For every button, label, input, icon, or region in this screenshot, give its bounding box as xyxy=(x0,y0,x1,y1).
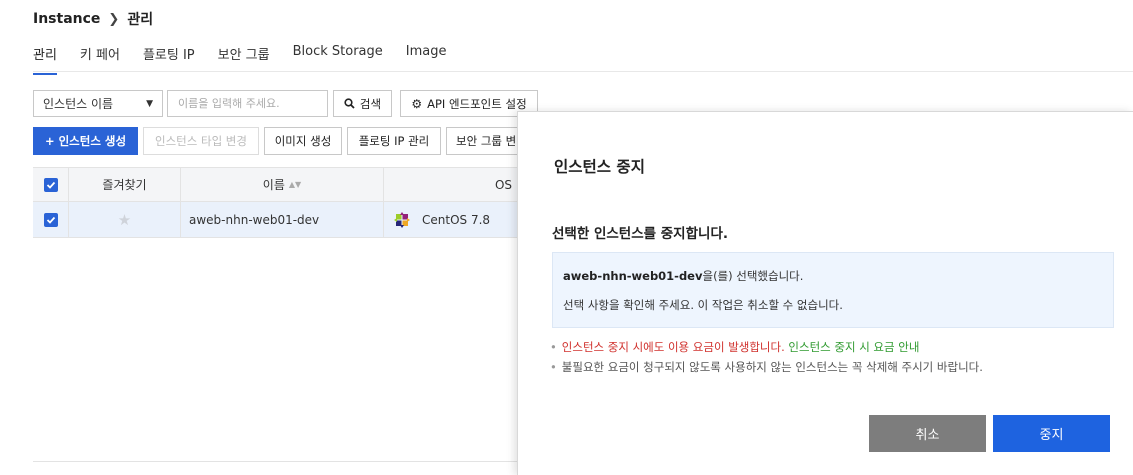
row-checkbox-cell xyxy=(33,202,69,237)
table-header-row: 즐겨찾기 이름 ▲▼ OS xyxy=(33,167,523,202)
billing-warning-text: 인스턴스 중지 시에도 이용 요금이 발생합니다. xyxy=(561,340,785,354)
create-image-button[interactable]: 이미지 생성 xyxy=(264,127,342,155)
notes-list: • 인스턴스 중지 시에도 이용 요금이 발생합니다. 인스턴스 중지 시 요금… xyxy=(550,337,983,377)
bullet-icon: • xyxy=(550,360,557,374)
breadcrumb: Instance ❯ 관리 xyxy=(33,9,153,29)
instance-management-page: Instance ❯ 관리 관리 키 페어 플로팅 IP 보안 그룹 Block… xyxy=(0,0,1133,475)
chevron-right-icon: ❯ xyxy=(108,11,120,27)
dialog-subtitle: 선택한 인스턴스를 중지합니다. xyxy=(552,226,728,242)
delete-advice-text: 불필요한 요금이 청구되지 않도록 사용하지 않는 인스턴스는 꼭 삭제해 주시… xyxy=(561,360,983,374)
breadcrumb-root[interactable]: Instance xyxy=(33,11,100,27)
bullet-icon: • xyxy=(550,340,557,354)
confirm-text: 선택 사항을 확인해 주세요. 이 작업은 취소할 수 없습니다. xyxy=(563,298,843,312)
favorite-cell: ★ xyxy=(69,202,181,237)
tabs-divider xyxy=(33,71,1133,72)
selected-instance-text: aweb-nhn-web01-dev을(를) 선택했습니다. xyxy=(563,268,1103,284)
stop-instance-dialog: 인스턴스 중지 선택한 인스턴스를 중지합니다. aweb-nhn-web01-… xyxy=(517,111,1133,475)
create-instance-button[interactable]: + 인스턴스 생성 xyxy=(33,127,138,155)
row-checkbox[interactable] xyxy=(43,212,58,227)
name-header[interactable]: 이름 ▲▼ xyxy=(181,168,384,201)
stop-button[interactable]: 중지 xyxy=(993,415,1110,452)
manage-floating-ip-button[interactable]: 플로팅 IP 관리 xyxy=(347,127,441,155)
favorite-header: 즐겨찾기 xyxy=(69,168,181,201)
change-instance-type-button[interactable]: 인스턴스 타입 변경 xyxy=(143,127,259,155)
search-icon xyxy=(344,98,355,109)
search-button-label: 검색 xyxy=(359,96,382,111)
selected-instance-name: aweb-nhn-web01-dev xyxy=(563,269,703,283)
select-all-cell xyxy=(33,168,69,201)
sort-icon[interactable]: ▲▼ xyxy=(289,180,301,189)
star-icon[interactable]: ★ xyxy=(118,211,131,229)
caret-down-icon: ▼ xyxy=(146,98,153,109)
os-name: CentOS 7.8 xyxy=(422,212,491,227)
api-endpoint-settings-label: API 엔드포인트 설정 xyxy=(427,96,527,111)
selected-instance-suffix: 을(를) 선택했습니다. xyxy=(702,269,804,283)
os-cell: CentOS 7.8 xyxy=(384,202,523,237)
checkmark-icon xyxy=(46,181,55,189)
search-button[interactable]: 검색 xyxy=(333,90,392,117)
selection-info-box: aweb-nhn-web01-dev을(를) 선택했습니다. 선택 사항을 확인… xyxy=(552,252,1114,328)
select-all-checkbox[interactable] xyxy=(43,177,58,192)
name-header-label: 이름 xyxy=(262,178,285,192)
os-header: OS xyxy=(494,177,512,192)
search-input[interactable] xyxy=(167,90,328,117)
instance-name-cell[interactable]: aweb-nhn-web01-dev xyxy=(181,202,384,237)
instance-table: 즐겨찾기 이름 ▲▼ OS ★ aweb-nhn-web01-dev CentO… xyxy=(33,167,523,238)
centos-logo-icon xyxy=(394,211,410,228)
gear-icon: ⚙ xyxy=(411,96,423,111)
note-billing: • 인스턴스 중지 시에도 이용 요금이 발생합니다. 인스턴스 중지 시 요금… xyxy=(550,337,983,357)
billing-info-link[interactable]: 인스턴스 중지 시 요금 안내 xyxy=(788,340,919,354)
table-row[interactable]: ★ aweb-nhn-web01-dev CentOS 7.8 xyxy=(33,202,523,238)
cancel-button[interactable]: 취소 xyxy=(869,415,986,452)
dialog-title: 인스턴스 중지 xyxy=(554,158,645,176)
checkmark-icon xyxy=(46,216,55,224)
breadcrumb-current: 관리 xyxy=(127,12,154,28)
search-field-select-value: 인스턴스 이름 xyxy=(43,97,114,111)
note-delete-advice: • 불필요한 요금이 청구되지 않도록 사용하지 않는 인스턴스는 꼭 삭제해 … xyxy=(550,357,983,377)
table-bottom-divider xyxy=(33,461,523,462)
search-field-select[interactable]: 인스턴스 이름 ▼ xyxy=(33,90,163,117)
